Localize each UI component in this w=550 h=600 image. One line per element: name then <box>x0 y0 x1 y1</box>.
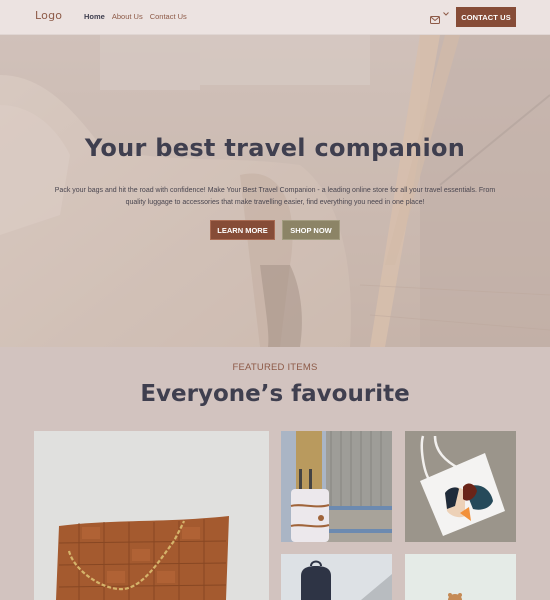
hero-description: Pack your bags and hit the road with con… <box>54 187 496 206</box>
logo[interactable]: Logo <box>35 9 62 22</box>
nav-about-us[interactable]: About Us <box>112 12 143 21</box>
learn-more-button[interactable]: LEARN MORE <box>210 220 275 240</box>
printed-tote-bag-image[interactable] <box>405 431 516 542</box>
main-nav: Home About Us Contact Us <box>84 12 187 21</box>
hero-title: Your best travel companion <box>84 134 466 162</box>
site-header: Logo Home About Us Contact Us CONTACT US <box>0 0 550 35</box>
nav-contact-us[interactable]: Contact Us <box>150 12 187 21</box>
featured-title: Everyone’s favourite <box>140 381 410 407</box>
woven-leather-bag-image[interactable] <box>34 431 269 600</box>
featured-items-label: FEATURED ITEMS <box>232 362 318 373</box>
hero-content: Your best travel companion Pack your bag… <box>0 35 550 347</box>
mail-dropdown[interactable] <box>430 11 449 24</box>
hero-buttons: LEARN MORE SHOP NOW <box>0 220 550 240</box>
chevron-down-icon <box>443 12 449 18</box>
contact-us-button[interactable]: CONTACT US <box>456 7 516 27</box>
backpack-image[interactable] <box>281 554 392 600</box>
white-suitcase-image[interactable] <box>281 431 392 542</box>
envelope-icon <box>430 11 440 24</box>
hero-section: Your best travel companion Pack your bag… <box>0 35 550 347</box>
nav-home[interactable]: Home <box>84 12 105 21</box>
teddy-bear-image[interactable] <box>405 554 516 600</box>
shop-now-button[interactable]: SHOP NOW <box>282 220 340 240</box>
